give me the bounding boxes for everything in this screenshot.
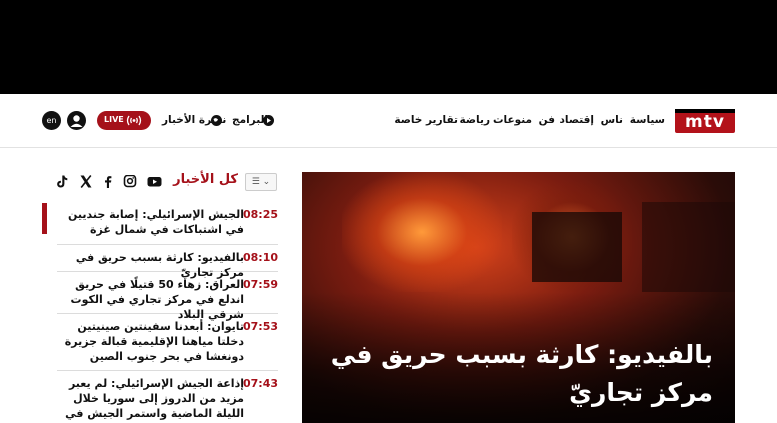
live-label: LIVE	[104, 115, 124, 124]
nav-item-politics[interactable]: سياسة	[630, 114, 665, 126]
youtube-icon[interactable]	[147, 175, 162, 188]
broadcast-icon	[126, 115, 142, 126]
news-item[interactable]: 07:43 إذاعة الجيش الإسرائيلي: لم يعبر مز…	[57, 371, 278, 423]
news-bulletin-link[interactable]: نشرة الأخبار	[162, 113, 226, 129]
account-icon[interactable]	[67, 111, 86, 130]
news-item[interactable]: 07:59 العراق: زهاء 50 قتيلًا في حريق اند…	[57, 272, 278, 321]
top-ad-band	[0, 0, 777, 94]
x-icon[interactable]	[79, 175, 93, 188]
active-item-marker	[42, 203, 47, 234]
nav-item-people[interactable]: ناس	[601, 114, 623, 126]
news-time: 08:10	[242, 251, 278, 264]
nav-item-special-reports[interactable]: تقارير خاصة	[394, 114, 458, 126]
hero-title[interactable]: بالفيديو: كارثة بسبب حريق في مركز تجاريّ	[313, 336, 713, 412]
news-title: إذاعة الجيش الإسرائيلي: لم يعبر مزيد من …	[65, 377, 244, 423]
news-filter-dropdown[interactable]: ☰ ⌄	[245, 173, 277, 191]
news-title: الجيش الإسرائيلي: إصابة جنديين في اشتباك…	[67, 208, 244, 236]
tiktok-icon[interactable]	[55, 175, 69, 188]
news-item[interactable]: 07:53 تايوان: أبعدنا سفينتين صينيتين دخل…	[57, 314, 278, 371]
news-time: 07:43	[242, 377, 278, 390]
nav-item-art[interactable]: فن	[539, 114, 555, 126]
instagram-icon[interactable]	[123, 175, 137, 188]
news-time: 08:25	[242, 208, 278, 221]
user-icon	[70, 115, 83, 127]
language-toggle[interactable]: en	[42, 111, 61, 130]
live-button[interactable]: LIVE	[97, 111, 151, 130]
hero-story[interactable]: بالفيديو: كارثة بسبب حريق في مركز تجاريّ	[302, 172, 735, 423]
news-item[interactable]: 08:25 الجيش الإسرائيلي: إصابة جنديين في …	[57, 202, 278, 245]
news-time: 07:53	[242, 320, 278, 333]
hero-fire-glow	[342, 172, 502, 292]
globe-icon	[211, 115, 222, 126]
latest-news-list: 08:25 الجيش الإسرائيلي: إصابة جنديين في …	[42, 202, 278, 423]
facebook-icon[interactable]	[101, 175, 115, 188]
news-time: 07:59	[242, 278, 278, 291]
play-icon	[263, 115, 274, 126]
nav-item-misc[interactable]: منوعات	[493, 114, 532, 126]
site-header: mtv سياسة ناس إقتصاد فن منوعات رياضة تقا…	[0, 94, 777, 148]
nav-item-economy[interactable]: إقتصاد	[560, 114, 594, 126]
hero-building-silhouette	[532, 212, 622, 282]
programs-link[interactable]: البرامج	[232, 113, 274, 129]
all-news-heading[interactable]: كل الأخبار	[173, 172, 238, 187]
mtv-logo[interactable]: mtv	[675, 109, 735, 133]
main-nav: سياسة ناس إقتصاد فن منوعات رياضة تقارير …	[394, 114, 665, 130]
nav-item-sports[interactable]: رياضة	[460, 114, 490, 126]
news-item[interactable]: 08:10 بالفيديو: كارثة بسبب حريق في مركز …	[57, 245, 278, 279]
news-title: تايوان: أبعدنا سفينتين صينيتين دخلتا ميا…	[64, 320, 244, 363]
logo-text: mtv	[685, 112, 725, 132]
hero-building-right	[642, 202, 735, 292]
